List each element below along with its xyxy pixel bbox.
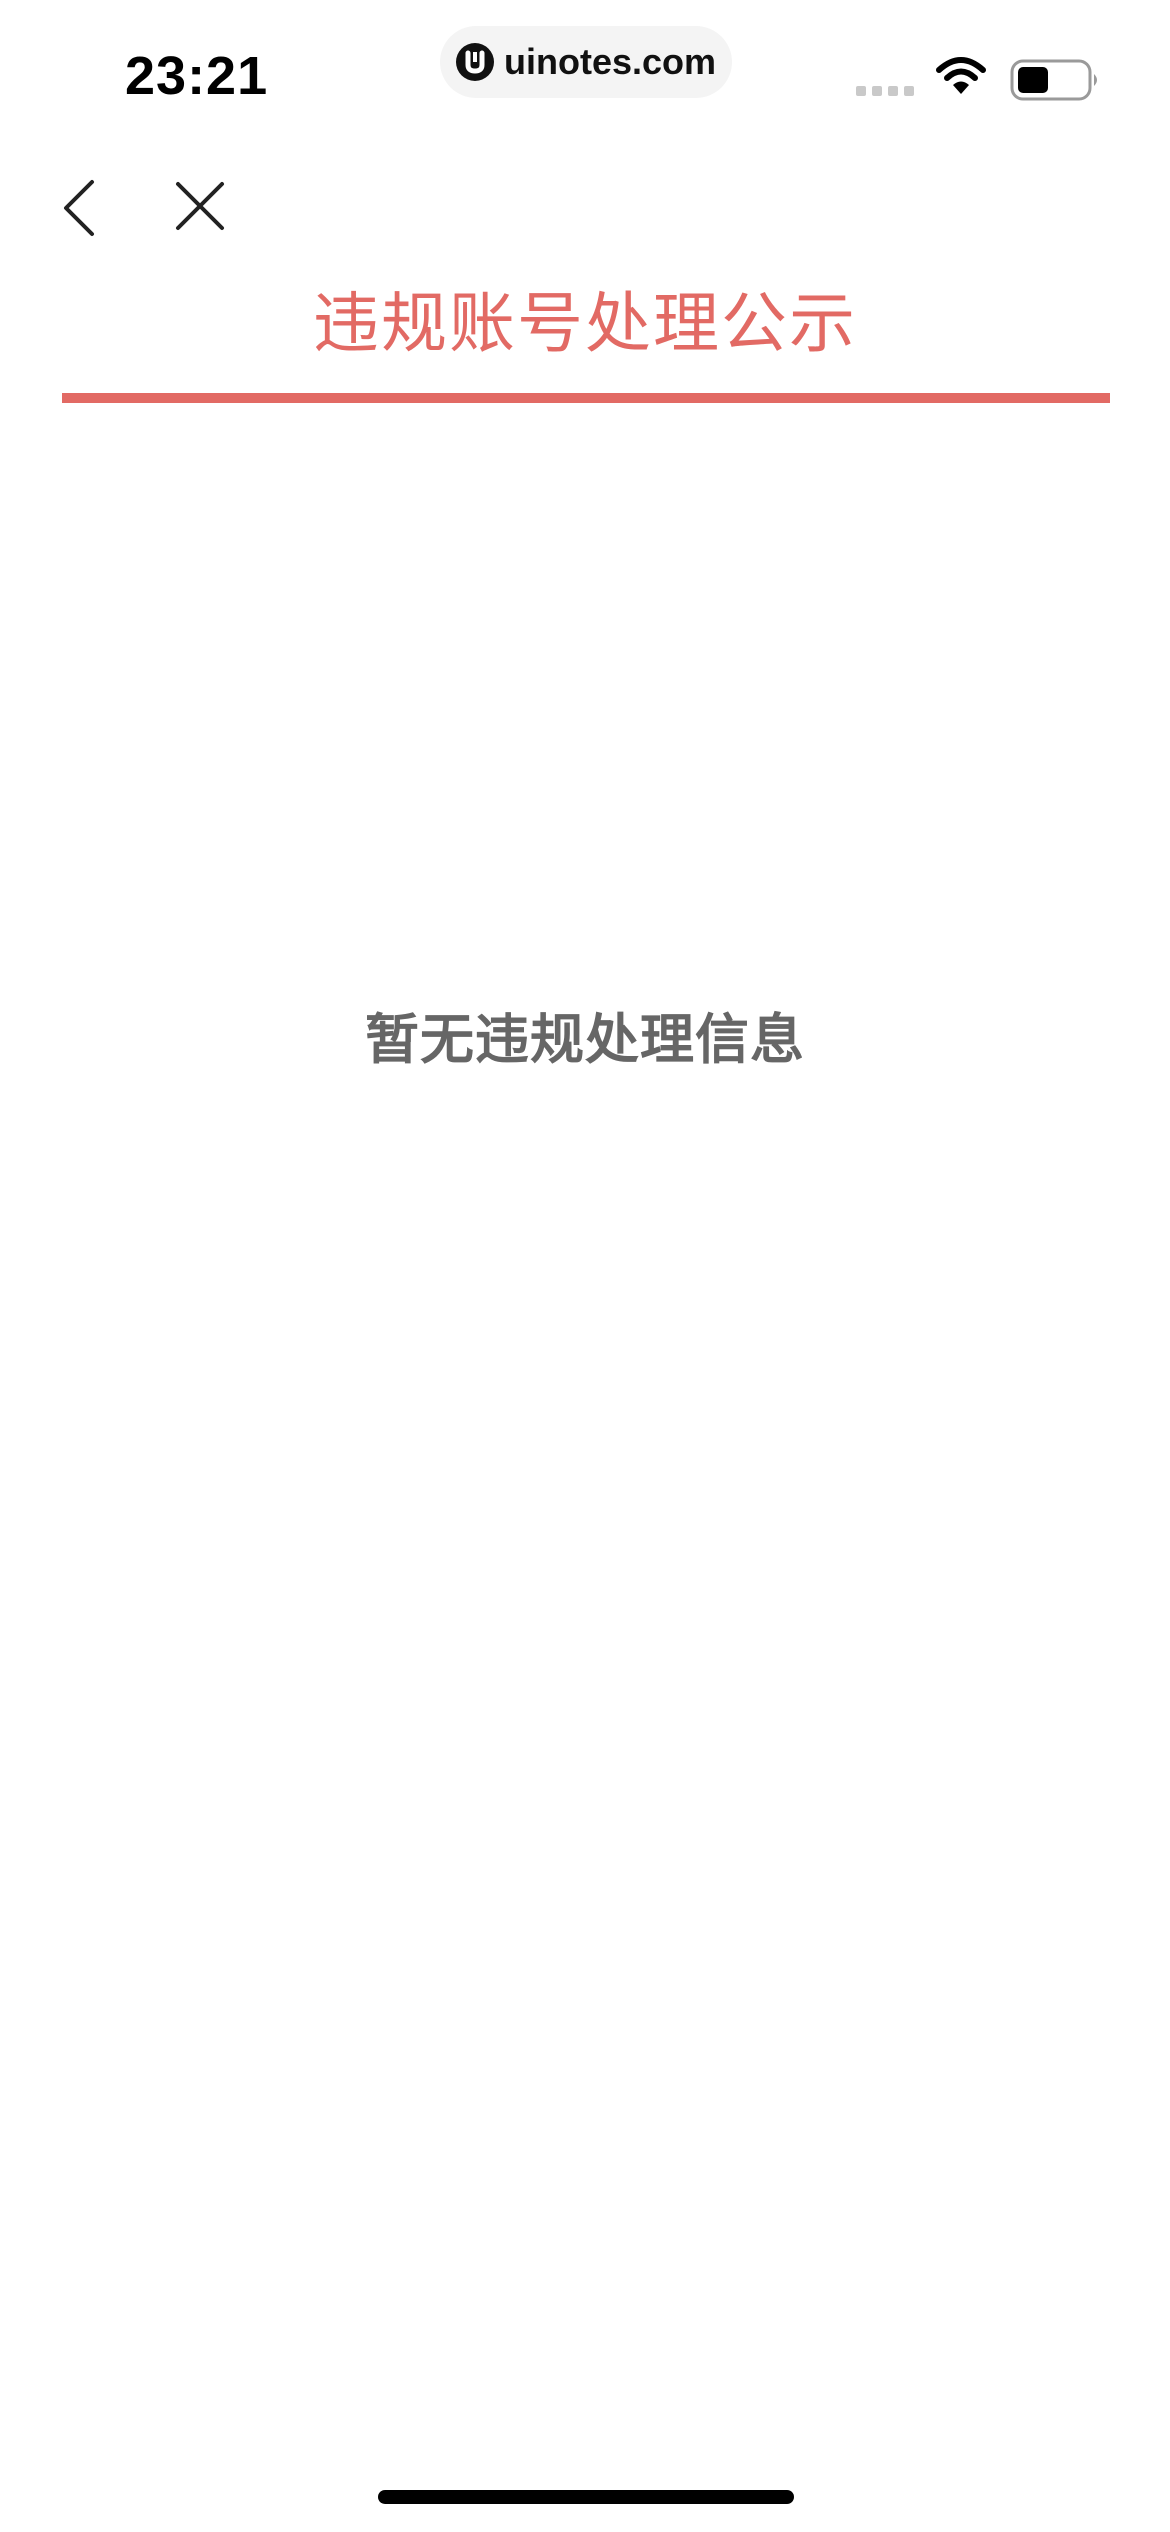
- status-time: 23:21: [125, 46, 269, 106]
- cellular-signal-icon: [856, 86, 914, 96]
- back-button[interactable]: [56, 176, 106, 240]
- site-logo-icon: [455, 43, 494, 81]
- home-indicator[interactable]: [378, 2490, 794, 2504]
- url-bar[interactable]: uinotes.com: [440, 26, 732, 98]
- close-button[interactable]: [170, 176, 230, 236]
- battery-icon: [1010, 58, 1102, 106]
- page-title: 违规账号处理公示: [313, 285, 857, 362]
- url-text: uinotes.com: [503, 41, 717, 82]
- title-underline: [62, 393, 1110, 403]
- wifi-icon: [936, 56, 986, 100]
- empty-state-message: 暂无违规处理信息: [365, 1008, 805, 1071]
- close-icon: [176, 182, 224, 230]
- chevron-left-icon: [64, 180, 94, 236]
